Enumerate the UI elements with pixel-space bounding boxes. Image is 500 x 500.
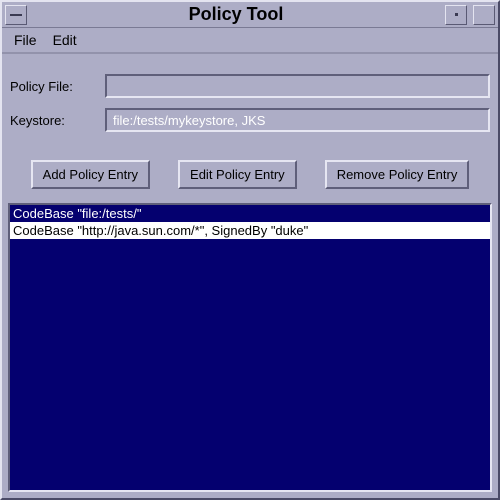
keystore-field[interactable]: file:/tests/mykeystore, JKS — [105, 108, 490, 132]
form-area: Policy File: Keystore: file:/tests/mykey… — [2, 54, 498, 150]
remove-policy-entry-button[interactable]: Remove Policy Entry — [325, 160, 470, 189]
policy-file-row: Policy File: — [10, 74, 490, 98]
keystore-label: Keystore: — [10, 113, 105, 128]
keystore-value: file:/tests/mykeystore, JKS — [113, 113, 265, 128]
button-row: Add Policy Entry Edit Policy Entry Remov… — [2, 150, 498, 203]
policy-entry-item[interactable]: CodeBase "file:/tests/" — [10, 205, 490, 222]
minimize-icon — [455, 13, 458, 16]
policy-file-field[interactable] — [105, 74, 490, 98]
policy-entry-item[interactable]: CodeBase "http://java.sun.com/*", Signed… — [10, 222, 490, 239]
edit-policy-entry-button[interactable]: Edit Policy Entry — [178, 160, 297, 189]
policy-tool-window: Policy Tool File Edit Policy File: Keyst… — [0, 0, 500, 500]
maximize-button[interactable] — [473, 5, 495, 25]
title-bar: Policy Tool — [2, 2, 498, 28]
add-policy-entry-button[interactable]: Add Policy Entry — [31, 160, 150, 189]
window-title: Policy Tool — [30, 4, 442, 25]
policy-file-label: Policy File: — [10, 79, 105, 94]
keystore-row: Keystore: file:/tests/mykeystore, JKS — [10, 108, 490, 132]
menu-edit[interactable]: Edit — [47, 29, 87, 51]
policy-entry-list[interactable]: CodeBase "file:/tests/"CodeBase "http://… — [8, 203, 492, 492]
minimize-button[interactable] — [445, 5, 467, 25]
menu-file[interactable]: File — [8, 29, 47, 51]
menu-icon — [10, 14, 22, 16]
window-menu-button[interactable] — [5, 5, 27, 25]
menu-bar: File Edit — [2, 28, 498, 54]
